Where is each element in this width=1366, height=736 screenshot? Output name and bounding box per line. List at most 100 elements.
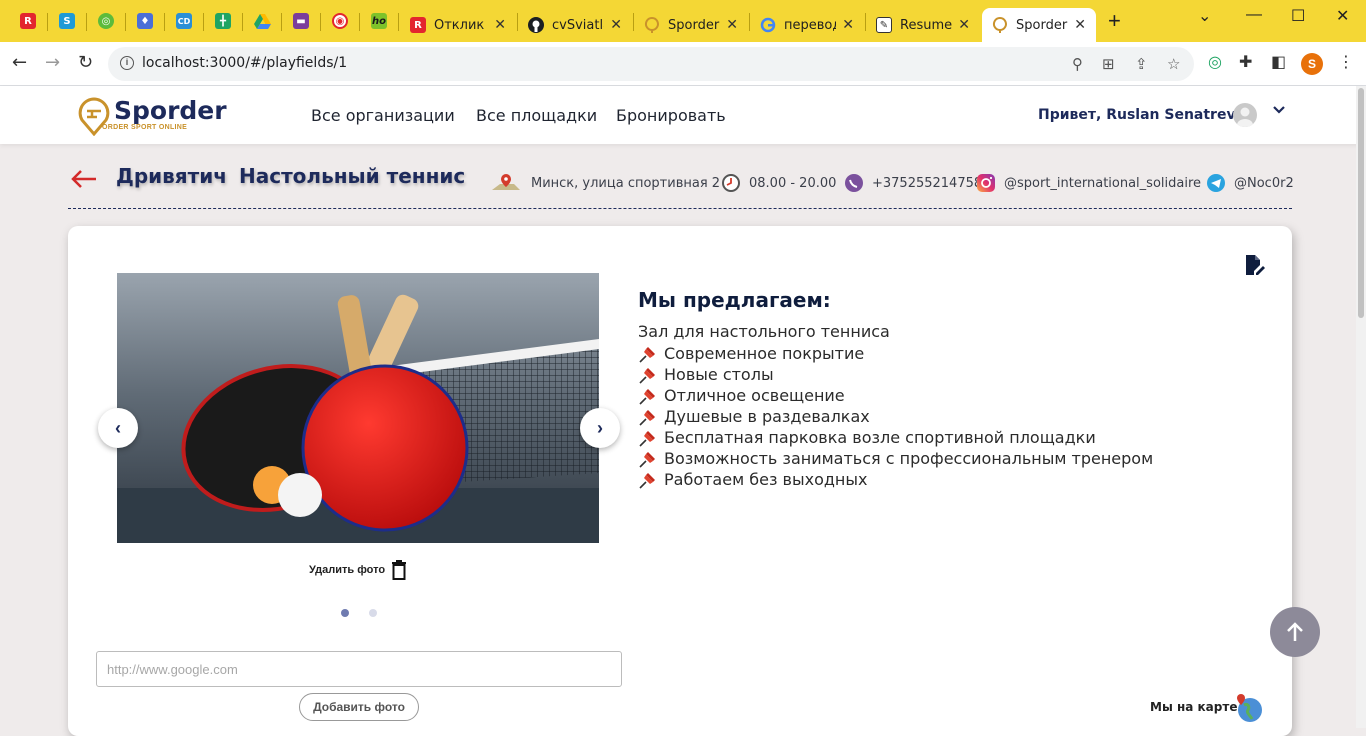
tab-title: Отклик (434, 17, 485, 33)
pinned-tab[interactable]: S (48, 0, 86, 42)
pinned-tab[interactable]: ╋ (204, 0, 242, 42)
carousel-dot-active[interactable] (341, 609, 349, 617)
back-arrow-icon[interactable] (70, 166, 98, 194)
browser-menu-icon[interactable]: ⋮ (1338, 52, 1354, 72)
browser-toolbar: ← → ↻ i localhost:3000/#/playfields/1 ⚲ … (0, 42, 1366, 86)
hours-text: 08.00 - 20.00 (749, 175, 837, 191)
viber-icon (844, 173, 864, 193)
pushpin-icon (639, 409, 655, 426)
pushpin-icon (639, 430, 655, 447)
arrow-up-icon (1287, 622, 1303, 641)
browser-tab[interactable]: cvSviatlana ✕ (518, 8, 632, 42)
pinned-tab[interactable] (243, 0, 281, 42)
bookmark-star-icon[interactable]: ☆ (1167, 55, 1180, 73)
on-map-link[interactable]: Мы на карте (1150, 700, 1237, 714)
tab-close-icon[interactable]: ✕ (610, 17, 622, 33)
browser-tab-active[interactable]: Sporder ✕ (982, 8, 1096, 42)
share-icon[interactable]: ⇪ (1135, 55, 1148, 73)
pinned-tab[interactable]: CD (165, 0, 203, 42)
photo-url-input[interactable] (96, 651, 622, 687)
sporder-favicon-icon (644, 17, 659, 33)
nav-all-playfields[interactable]: Все площадки (476, 106, 597, 125)
user-menu-chevron-icon[interactable] (1272, 102, 1286, 118)
translate-icon[interactable]: ⊞ (1102, 55, 1115, 73)
section-divider (68, 208, 1292, 209)
tab-close-icon[interactable]: ✕ (1074, 17, 1086, 33)
pinned-tab[interactable]: ♦ (126, 0, 164, 42)
list-item: Работаем без выходных (638, 469, 1153, 490)
sheets-favicon-icon: ╋ (215, 13, 231, 29)
scroll-to-top-button[interactable] (1270, 607, 1320, 657)
tab-search-chevron-icon[interactable]: ⌄ (1198, 6, 1211, 26)
page-scrollbar[interactable] (1356, 86, 1366, 728)
delete-photo-button[interactable]: Удалить фото (309, 560, 407, 580)
add-photo-button[interactable]: Добавить фото (299, 693, 419, 721)
sporder-favicon-icon (992, 17, 1007, 33)
pinned-tab[interactable]: ◎ (87, 0, 125, 42)
carousel-next-button[interactable]: › (580, 408, 620, 448)
maximize-button[interactable]: ☐ (1291, 6, 1305, 26)
instagram-info[interactable]: @sport_international_solidaire (976, 172, 1201, 194)
organization-name[interactable]: Дривятич (116, 164, 227, 188)
address-bar[interactable]: i localhost:3000/#/playfields/1 ⚲ ⊞ ⇪ ☆ (108, 47, 1194, 81)
carousel-photo (117, 273, 599, 543)
site-info-icon[interactable]: i (120, 56, 134, 70)
clock-icon (721, 173, 741, 193)
instagram-icon (976, 173, 996, 193)
google-favicon-icon (760, 17, 776, 33)
viber-info[interactable]: +375255214758 (844, 172, 982, 194)
carousel-prev-button[interactable]: ‹ (98, 408, 138, 448)
browser-tab[interactable]: переводчик ✕ (750, 8, 864, 42)
telegram-info[interactable]: @Noc0r2 (1206, 172, 1294, 194)
github-favicon-icon (528, 17, 544, 33)
telegram-icon (1206, 173, 1226, 193)
nav-booking[interactable]: Бронировать (616, 106, 726, 125)
address-info: Минск, улица спортивная 2 (489, 172, 720, 194)
browser-tab[interactable]: R Отклик ✕ (400, 8, 516, 42)
rabota-favicon-icon: R (410, 17, 426, 33)
edit-document-icon[interactable] (1243, 254, 1265, 276)
address-url[interactable]: localhost:3000/#/playfields/1 (142, 55, 347, 71)
minimize-button[interactable]: — (1246, 6, 1262, 24)
pinned-tab[interactable]: ◉ (321, 0, 359, 42)
tab-title: Resume (900, 17, 953, 33)
nav-all-organizations[interactable]: Все организации (311, 106, 455, 125)
browser-tab[interactable]: Sporder ✕ (634, 8, 748, 42)
offer-list: Современное покрытие Новые столы Отлично… (638, 343, 1153, 490)
profile-avatar[interactable]: S (1301, 53, 1323, 75)
carousel-dot[interactable] (369, 609, 377, 617)
site-header: Sporder ORDER SPORT ONLINE Все организац… (0, 86, 1366, 144)
document-favicon-icon: ✎ (876, 17, 892, 33)
close-window-button[interactable]: ✕ (1336, 6, 1349, 26)
tab-close-icon[interactable]: ✕ (958, 17, 970, 33)
forward-button[interactable]: → (45, 52, 60, 73)
viber-text[interactable]: +375255214758 (872, 176, 982, 191)
side-panel-icon[interactable]: ◧ (1271, 52, 1286, 72)
pinned-tab[interactable]: ▬ (282, 0, 320, 42)
pushpin-icon (639, 472, 655, 489)
pinned-tab[interactable]: ho (360, 0, 398, 42)
sporder-logo[interactable]: Sporder ORDER SPORT ONLINE (76, 96, 227, 136)
tab-close-icon[interactable]: ✕ (842, 17, 854, 33)
extension-icon[interactable]: ◎ (1208, 52, 1222, 72)
browser-tab[interactable]: ✎ Resume ✕ (866, 8, 980, 42)
reload-button[interactable]: ↻ (78, 52, 93, 73)
new-tab-button[interactable]: + (1108, 10, 1121, 32)
rabota-favicon-icon: R (20, 13, 36, 29)
telegram-text[interactable]: @Noc0r2 (1234, 176, 1294, 191)
back-button[interactable]: ← (12, 52, 27, 73)
globe-pin-icon[interactable] (1234, 693, 1264, 723)
tab-close-icon[interactable]: ✕ (726, 17, 738, 33)
instagram-text[interactable]: @sport_international_solidaire (1004, 176, 1201, 191)
tab-close-icon[interactable]: ✕ (494, 17, 506, 33)
purple-favicon-icon: ▬ (293, 13, 309, 29)
pushpin-icon (639, 451, 655, 468)
user-silhouette-icon (1237, 107, 1253, 127)
scrollbar-thumb[interactable] (1358, 88, 1364, 318)
location-icon[interactable]: ⚲ (1072, 55, 1083, 73)
drive-favicon-icon (253, 13, 271, 29)
list-item: Душевые в раздевалках (638, 406, 1153, 427)
extensions-puzzle-icon[interactable]: ✚ (1239, 52, 1252, 72)
pinned-tab[interactable]: R (9, 0, 47, 42)
user-avatar[interactable] (1233, 103, 1257, 127)
